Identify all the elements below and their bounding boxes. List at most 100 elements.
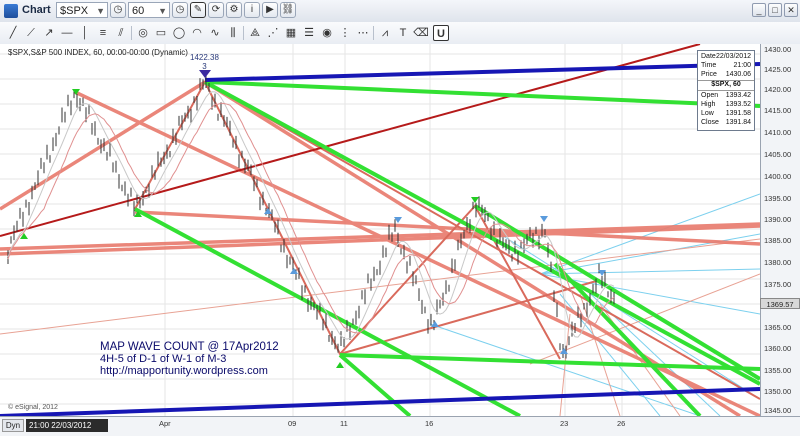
peak-label: 3 (202, 62, 207, 71)
date-tick: Apr (159, 419, 171, 428)
info-icon[interactable]: i (244, 2, 260, 18)
arc-tool-icon[interactable]: ◠ (189, 25, 205, 41)
blue-up-marker (264, 208, 272, 214)
channel-icon[interactable]: ⫽ (113, 25, 129, 41)
interval-input[interactable]: 60 ▼ (128, 2, 170, 18)
toolbar-divider (131, 26, 132, 40)
pencil-icon[interactable]: ✎ (190, 2, 206, 18)
close-button[interactable]: ✕ (784, 3, 798, 17)
price-tick: 1400.00 (764, 172, 792, 181)
chart-header: $SPX,S&P 500 INDEX, 60, 00:00-00:00 (Dyn… (8, 48, 188, 57)
esignal-watermark: © eSignal, 2012 (8, 404, 58, 411)
minimize-button[interactable]: _ (752, 3, 766, 17)
annotation-line: MAP WAVE COUNT @ 17Apr2012 (100, 341, 279, 353)
price-axis[interactable]: 1430.00 1425.00 1420.00 1415.00 1410.00 … (760, 44, 800, 416)
date-tick: 11 (340, 419, 348, 428)
title-bar: Chart $SPX ▼ ◷ 60 ▼ ◷ ✎ ⟳ ⚙ i ▶ ⛓ _ □ ✕ (0, 0, 800, 23)
drawing-toolbar: ╱ ⟋ ↗ — │ ≡ ⫽ ◎ ▭ ◯ ◠ ∿ ⫼ ⟁ ⋰ ▦ ☰ ◉ ⋮ ⋯ … (0, 22, 800, 45)
price-tick: 1425.00 (764, 65, 792, 74)
rectangle-tool-icon[interactable]: ▭ (153, 25, 169, 41)
info-symbol: $SPX, 60 (711, 81, 741, 88)
blue-down-marker (540, 216, 548, 222)
price-tick: 1390.00 (764, 215, 792, 224)
peak-marker (199, 70, 211, 78)
dyn-button[interactable]: Dyn (2, 419, 24, 432)
green-up-marker (20, 233, 28, 239)
eye-icon[interactable]: ◉ (319, 25, 335, 41)
fan-tool-icon[interactable]: ⟁ (247, 25, 263, 41)
interval-value: 60 (132, 5, 145, 17)
play-icon[interactable]: ▶ (262, 2, 278, 18)
date-tick: 09 (288, 419, 297, 428)
extended-line-icon[interactable]: ↗ (41, 25, 57, 41)
price-tick: 1420.00 (764, 85, 792, 94)
cycle-tool-icon[interactable]: ∿ (207, 25, 223, 41)
wave-count-annotation: MAP WAVE COUNT @ 17Apr2012 4H-5 of D-1 o… (100, 341, 279, 377)
info-open-row: Open 1393.42 (701, 92, 751, 99)
magnet-icon[interactable]: U (433, 25, 449, 41)
price-tick: 1365.00 (764, 323, 792, 332)
fib-grid-icon[interactable]: ▦ (283, 25, 299, 41)
price-tick: 1380.00 (764, 258, 792, 267)
price-tick: 1385.00 (764, 236, 792, 245)
line-tool-icon[interactable]: ╱ (5, 25, 21, 41)
ray-tool-icon[interactable]: ⟋ (23, 25, 39, 41)
fib-time-icon[interactable]: ⋮ (337, 25, 353, 41)
interval-icon[interactable]: ◷ (110, 2, 126, 18)
ellipse-tool-icon[interactable]: ◯ (171, 25, 187, 41)
regression-icon[interactable]: ⫼ (225, 25, 241, 41)
price-tick: 1430.00 (764, 45, 792, 54)
blue-up-marker (431, 321, 439, 327)
parallel-lines-icon[interactable]: ≡ (95, 25, 111, 41)
price-tick: 1415.00 (764, 106, 792, 115)
date-tick: 26 (617, 419, 626, 428)
link-icon[interactable]: ⛓ (280, 2, 296, 18)
refresh-icon[interactable]: ⟳ (208, 2, 224, 18)
date-axis[interactable]: Dyn 21:00 22/03/2012 Apr 09 11 16 23 26 (0, 416, 800, 436)
price-tick: 1360.00 (764, 344, 792, 353)
timezone-icon[interactable]: ⋯ (355, 25, 371, 41)
wave-tool-icon[interactable]: ⩘ (377, 25, 393, 41)
darkred-trend-line (0, 44, 701, 237)
price-tick: 1355.00 (764, 366, 792, 375)
info-low-row: Low 1391.58 (701, 110, 751, 117)
last-price-marker: 1369.57 (760, 298, 800, 309)
clock-icon[interactable]: ◷ (172, 2, 188, 18)
peak-annotation: 1422.38 3 (190, 53, 219, 71)
vertical-line-icon[interactable]: │ (77, 25, 93, 41)
info-time-row: Time 21:00 (701, 62, 751, 69)
wave-markers (20, 70, 606, 368)
info-close-row: Close 1391.84 (701, 119, 751, 126)
date-tick: 16 (425, 419, 434, 428)
info-price-row: Price 1430.06 (701, 71, 751, 78)
info-date-row: Date 22/03/2012 (701, 53, 751, 60)
settings-icon[interactable]: ⚙ (226, 2, 242, 18)
chevron-down-icon[interactable]: ▼ (158, 3, 167, 19)
green-up-marker (336, 362, 344, 368)
info-high-row: High 1393.52 (701, 101, 751, 108)
price-tick: 1405.00 (764, 150, 792, 159)
text-tool-icon[interactable]: T (395, 25, 411, 41)
annotation-line: 4H-5 of D-1 of W-1 of M-3 (100, 353, 227, 365)
cursor-time-box: 21:00 22/03/2012 (26, 419, 108, 432)
window-title: Chart (22, 4, 51, 16)
cursor-info-box: Date 22/03/2012 Time 21:00 Price 1430.06 $S… (697, 50, 755, 131)
toolbar-divider (373, 26, 374, 40)
price-tick: 1375.00 (764, 280, 792, 289)
chevron-down-icon[interactable]: ▼ (96, 3, 105, 19)
chart-app-icon (4, 4, 18, 18)
eraser-icon[interactable]: ⌫ (413, 25, 429, 41)
price-tick: 1395.00 (764, 194, 792, 203)
symbol-input[interactable]: $SPX ▼ (56, 2, 108, 18)
horizontal-line-icon[interactable]: — (59, 25, 75, 41)
price-tick: 1410.00 (764, 128, 792, 137)
fib-retrace-icon[interactable]: ☰ (301, 25, 317, 41)
toolbar-divider (243, 26, 244, 40)
maximize-button[interactable]: □ (768, 3, 782, 17)
green-down-marker (471, 197, 479, 203)
peak-value: 1422.38 (190, 53, 219, 62)
date-tick: 23 (560, 419, 569, 428)
symbol-value: $SPX (60, 5, 89, 17)
gann-icon[interactable]: ⋰ (265, 25, 281, 41)
circle-tool-icon[interactable]: ◎ (135, 25, 151, 41)
